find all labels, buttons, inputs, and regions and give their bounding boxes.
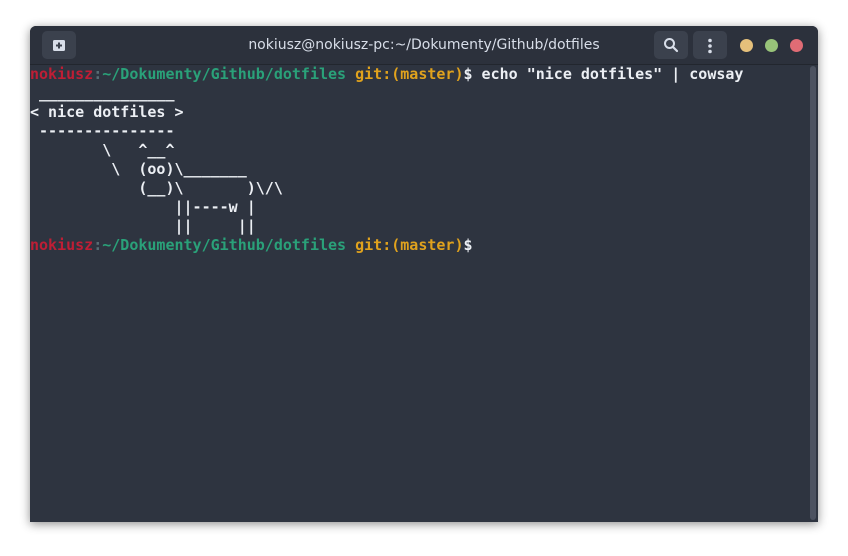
minimize-button[interactable] <box>740 39 753 52</box>
prompt-path: ~/Dokumenty/Github/dotfiles <box>102 236 347 254</box>
output-line: \ (oo)\_______ <box>30 160 247 178</box>
search-icon <box>664 38 679 53</box>
output-line: --------------- <box>30 122 175 140</box>
prompt-symbol: $ <box>463 236 473 254</box>
output-line: ||----w | <box>30 198 256 216</box>
prompt-path: ~/Dokumenty/Github/dotfiles <box>102 65 347 83</box>
prompt-user: nokiusz <box>30 65 94 83</box>
prompt-line: nokiusz:~/Dokumenty/Github/dotfiles git:… <box>30 236 808 255</box>
output-line: < nice dotfiles > <box>30 103 184 121</box>
terminal-window: nokiusz@nokiusz-pc:~/Dokumenty/Github/do… <box>30 26 818 522</box>
prompt-separator: : <box>93 236 103 254</box>
maximize-button[interactable] <box>765 39 778 52</box>
command-text: echo "nice dotfiles" | cowsay <box>472 65 744 83</box>
output-line: \ ^__^ <box>30 141 175 159</box>
prompt-separator: : <box>93 65 103 83</box>
search-button[interactable] <box>654 31 688 59</box>
menu-button[interactable] <box>693 31 727 59</box>
new-tab-button[interactable] <box>42 31 76 59</box>
prompt-git-branch: git:(master) <box>355 236 464 254</box>
output-line: (__)\ )\/\ <box>30 179 283 197</box>
terminal-output[interactable]: nokiusz:~/Dokumenty/Github/dotfiles git:… <box>30 64 808 522</box>
window-title: nokiusz@nokiusz-pc:~/Dokumenty/Github/do… <box>248 37 600 53</box>
prompt-git-branch: git:(master) <box>355 65 464 83</box>
command-line: nokiusz:~/Dokumenty/Github/dotfiles git:… <box>30 65 808 84</box>
scrollbar[interactable] <box>810 66 816 520</box>
prompt-user: nokiusz <box>30 236 94 254</box>
new-tab-icon <box>53 40 65 51</box>
title-bar[interactable]: nokiusz@nokiusz-pc:~/Dokumenty/Github/do… <box>30 26 818 65</box>
close-button[interactable] <box>790 39 803 52</box>
prompt-symbol: $ <box>463 65 473 83</box>
output-line: || || <box>30 217 256 235</box>
output-line: _______________ <box>30 84 175 102</box>
kebab-menu-icon <box>708 38 712 54</box>
